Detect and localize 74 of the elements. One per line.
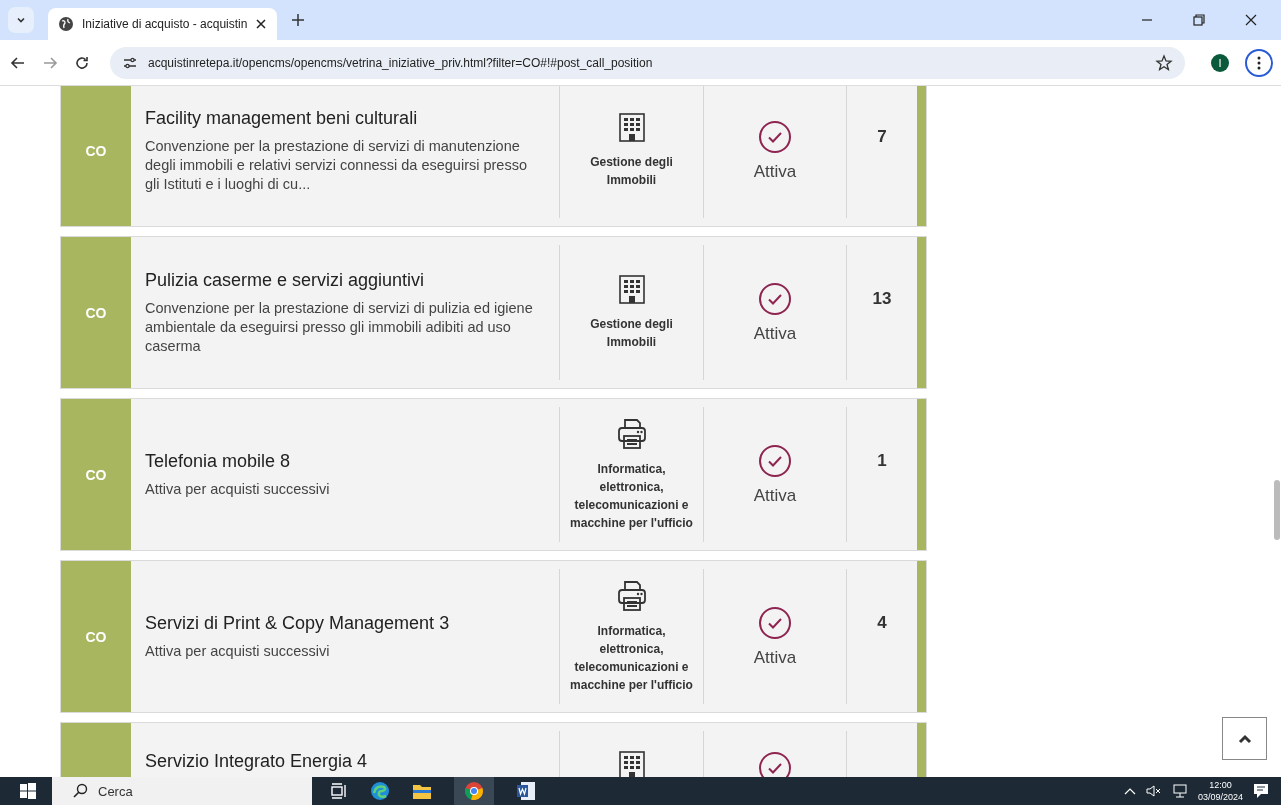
category-label: Informatica, elettronica, telecomunicazioni e macchine per l'ufficio — [569, 460, 694, 532]
close-icon[interactable] — [1245, 14, 1257, 26]
forward-arrow-icon[interactable] — [42, 54, 58, 71]
star-icon[interactable] — [1155, 53, 1173, 72]
check-circle-icon — [758, 281, 792, 316]
check-circle-icon — [758, 443, 792, 478]
building-icon — [618, 274, 645, 305]
tab-title: Iniziative di acquisto - acquistin — [82, 17, 248, 31]
status-label: Attiva — [753, 647, 797, 668]
chevron-up-icon[interactable] — [1123, 787, 1136, 795]
initiative-description: Convenzione per la prestazione di servizi di manutenzione degli immobili e relativi servizi connessi da eseguirsi presso gli Istituti e i luoghi di cu... — [145, 136, 528, 194]
initiative-title[interactable]: Telefonia mobile 8 — [145, 450, 543, 472]
edge-browser-icon[interactable] — [370, 781, 390, 801]
chrome-browser-icon — [464, 781, 484, 801]
count-value: 1 — [877, 451, 887, 471]
building-icon — [618, 112, 645, 143]
windows-logo-icon[interactable] — [20, 783, 36, 799]
category-label: Informatica, elettronica, telecomunicazioni e macchine per l'ufficio — [569, 622, 694, 694]
initiative-title[interactable]: Pulizia caserme e servizi aggiuntivi — [145, 269, 543, 291]
initiative-card[interactable] — [60, 236, 927, 389]
search-icon — [72, 783, 88, 799]
category-label: Gestione degli Immobili — [589, 153, 674, 189]
profile-avatar[interactable]: I — [1211, 53, 1229, 72]
folder-icon[interactable] — [412, 782, 432, 800]
back-arrow-icon[interactable] — [10, 54, 26, 71]
printer-icon — [615, 579, 648, 612]
status-label: Attiva — [753, 485, 797, 506]
browser-tab[interactable]: Iniziative di acquisto - acquistin — [48, 8, 278, 40]
status-label: Attiva — [753, 161, 797, 182]
initiative-card[interactable]: CO Telefonia mobile 8 Attiva per acquisti successivi Informatica, elettronica, telecomunicazioni e macchine per l'ufficio Attiva 1 — [60, 398, 927, 551]
restore-icon[interactable] — [1193, 14, 1205, 26]
initiative-card[interactable] — [60, 86, 927, 227]
initiative-title[interactable]: Servizio Integrato Energia 4 — [145, 751, 543, 772]
status-label: Attiva — [753, 323, 797, 344]
type-code: CO — [85, 466, 107, 483]
initiative-description: Convenzione per la prestazione di servizi di pulizia ed igiene ambientale da eseguirsi presso gli immobili adibiti ad uso caserma — [145, 298, 534, 356]
close-icon[interactable] — [255, 18, 268, 30]
network-icon[interactable] — [1171, 784, 1188, 798]
scrollbar-thumb[interactable] — [1274, 480, 1280, 540]
url-text: acquistinretepa.it/opencms/opencms/vetrina_iniziative_priv.html?filter=CO#!#post_call_position — [148, 55, 654, 70]
menu-button[interactable] — [1245, 48, 1273, 77]
notification-icon[interactable] — [1253, 783, 1269, 799]
word-document-icon[interactable] — [516, 781, 536, 801]
initiative-description: Attiva per acquisti successivi — [145, 641, 331, 661]
initiative-title[interactable]: Servizi di Print & Copy Management 3 — [145, 612, 543, 634]
initiative-description: Attiva per acquisti successivi — [145, 479, 331, 499]
globe-icon — [58, 16, 74, 32]
check-circle-icon — [758, 119, 792, 154]
active-app-tab[interactable] — [454, 777, 494, 805]
type-code: CO — [85, 142, 107, 159]
printer-icon — [615, 417, 648, 450]
new-tab-icon[interactable] — [291, 13, 306, 27]
taskbar-search-field[interactable]: Cerca — [52, 777, 312, 805]
initiative-title[interactable]: Facility management beni culturali — [145, 107, 543, 129]
initiative-card[interactable]: CO Servizi di Print & Copy Management 3 Attiva per acquisti successivi Informatica, elettronica, telecomunicazioni e macchine per l'ufficio Attiva 4 — [60, 560, 927, 713]
count-value: 4 — [877, 613, 887, 633]
clock-date[interactable]: 03/09/2024 — [1197, 791, 1243, 803]
muted-speaker-icon[interactable] — [1145, 784, 1162, 798]
type-code: CO — [85, 304, 107, 321]
reload-icon[interactable] — [74, 54, 90, 71]
task-view-icon[interactable] — [330, 782, 348, 800]
category-label: Gestione degli Immobili — [589, 315, 674, 351]
address-field[interactable]: acquistinretepa.it/opencms/opencms/vetrina_iniziative_priv.html?filter=CO#!#post_call_position — [110, 46, 1185, 79]
chevron-up-icon — [1237, 733, 1252, 744]
check-circle-icon — [758, 605, 792, 640]
back-to-top-button[interactable] — [1222, 717, 1267, 760]
search-placeholder: Cerca — [98, 783, 133, 799]
more-vertical-icon — [1257, 55, 1261, 70]
type-code: CO — [85, 628, 107, 645]
initiative-card[interactable]: Servizio Integrato Energia 4 — [60, 722, 927, 777]
count-value: 7 — [877, 127, 887, 147]
building-icon — [618, 751, 645, 777]
count-value: 13 — [872, 289, 892, 309]
clock-time[interactable]: 12:00 — [1209, 779, 1232, 791]
